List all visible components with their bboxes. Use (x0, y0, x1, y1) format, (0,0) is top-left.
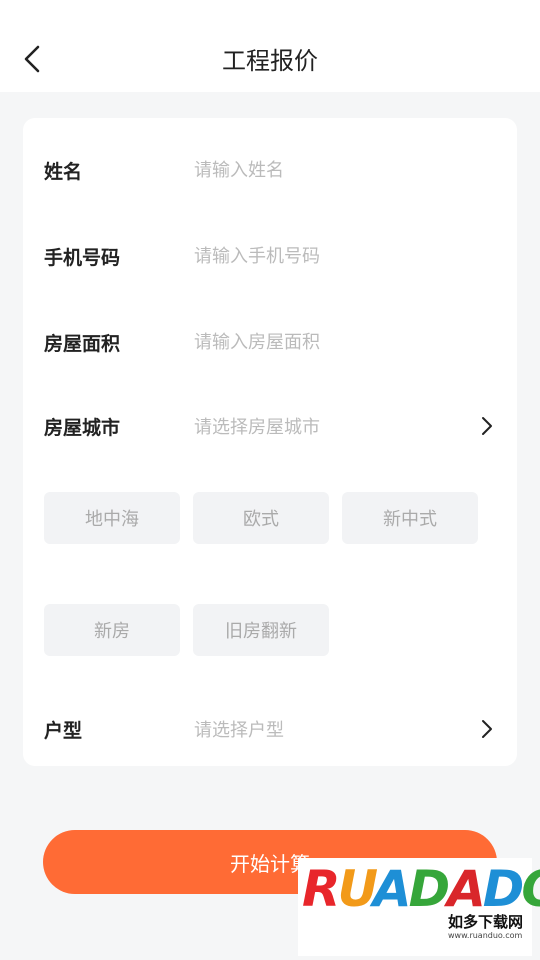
phone-input[interactable] (194, 236, 464, 276)
name-label: 姓名 (44, 160, 83, 183)
watermark-logo-text: RUADADO (302, 860, 540, 918)
phone-label: 手机号码 (44, 246, 121, 269)
style-chip-new-chinese[interactable]: 新中式 (342, 492, 478, 544)
style-chip-mediterranean[interactable]: 地中海 (44, 492, 180, 544)
style-chip-european[interactable]: 欧式 (193, 492, 329, 544)
city-placeholder: 请选择房屋城市 (194, 417, 320, 438)
area-input[interactable] (194, 322, 464, 362)
layout-select[interactable]: 户型 请选择户型 (23, 703, 517, 755)
page-title: 工程报价 (222, 47, 318, 75)
phone-row: 手机号码 (23, 230, 517, 282)
page: 工程报价 姓名 手机号码 房屋面积 房屋城市 请选择房屋城市 地中海 欧式 新中… (0, 0, 540, 960)
quote-form-card: 姓名 手机号码 房屋面积 房屋城市 请选择房屋城市 地中海 欧式 新中式 新房 … (23, 118, 517, 766)
watermark-subtitle: 如多下载网 (448, 913, 524, 931)
area-label: 房屋面积 (44, 332, 121, 355)
watermark-logo: RUADADO 如多下载网 www.ruanduo.com (298, 858, 540, 956)
house-type-chip-new[interactable]: 新房 (44, 604, 180, 656)
city-select[interactable]: 房屋城市 请选择房屋城市 (23, 400, 517, 452)
name-input[interactable] (194, 150, 464, 190)
house-type-chip-renovation[interactable]: 旧房翻新 (193, 604, 329, 656)
header: 工程报价 (0, 0, 540, 92)
city-label: 房屋城市 (44, 416, 121, 439)
watermark-url: www.ruanduo.com (448, 931, 523, 940)
chevron-right-icon (477, 414, 497, 438)
name-row: 姓名 (23, 144, 517, 196)
layout-label: 户型 (44, 719, 83, 742)
layout-placeholder: 请选择户型 (194, 720, 284, 741)
area-row: 房屋面积 (23, 316, 517, 368)
chevron-right-icon (477, 717, 497, 741)
